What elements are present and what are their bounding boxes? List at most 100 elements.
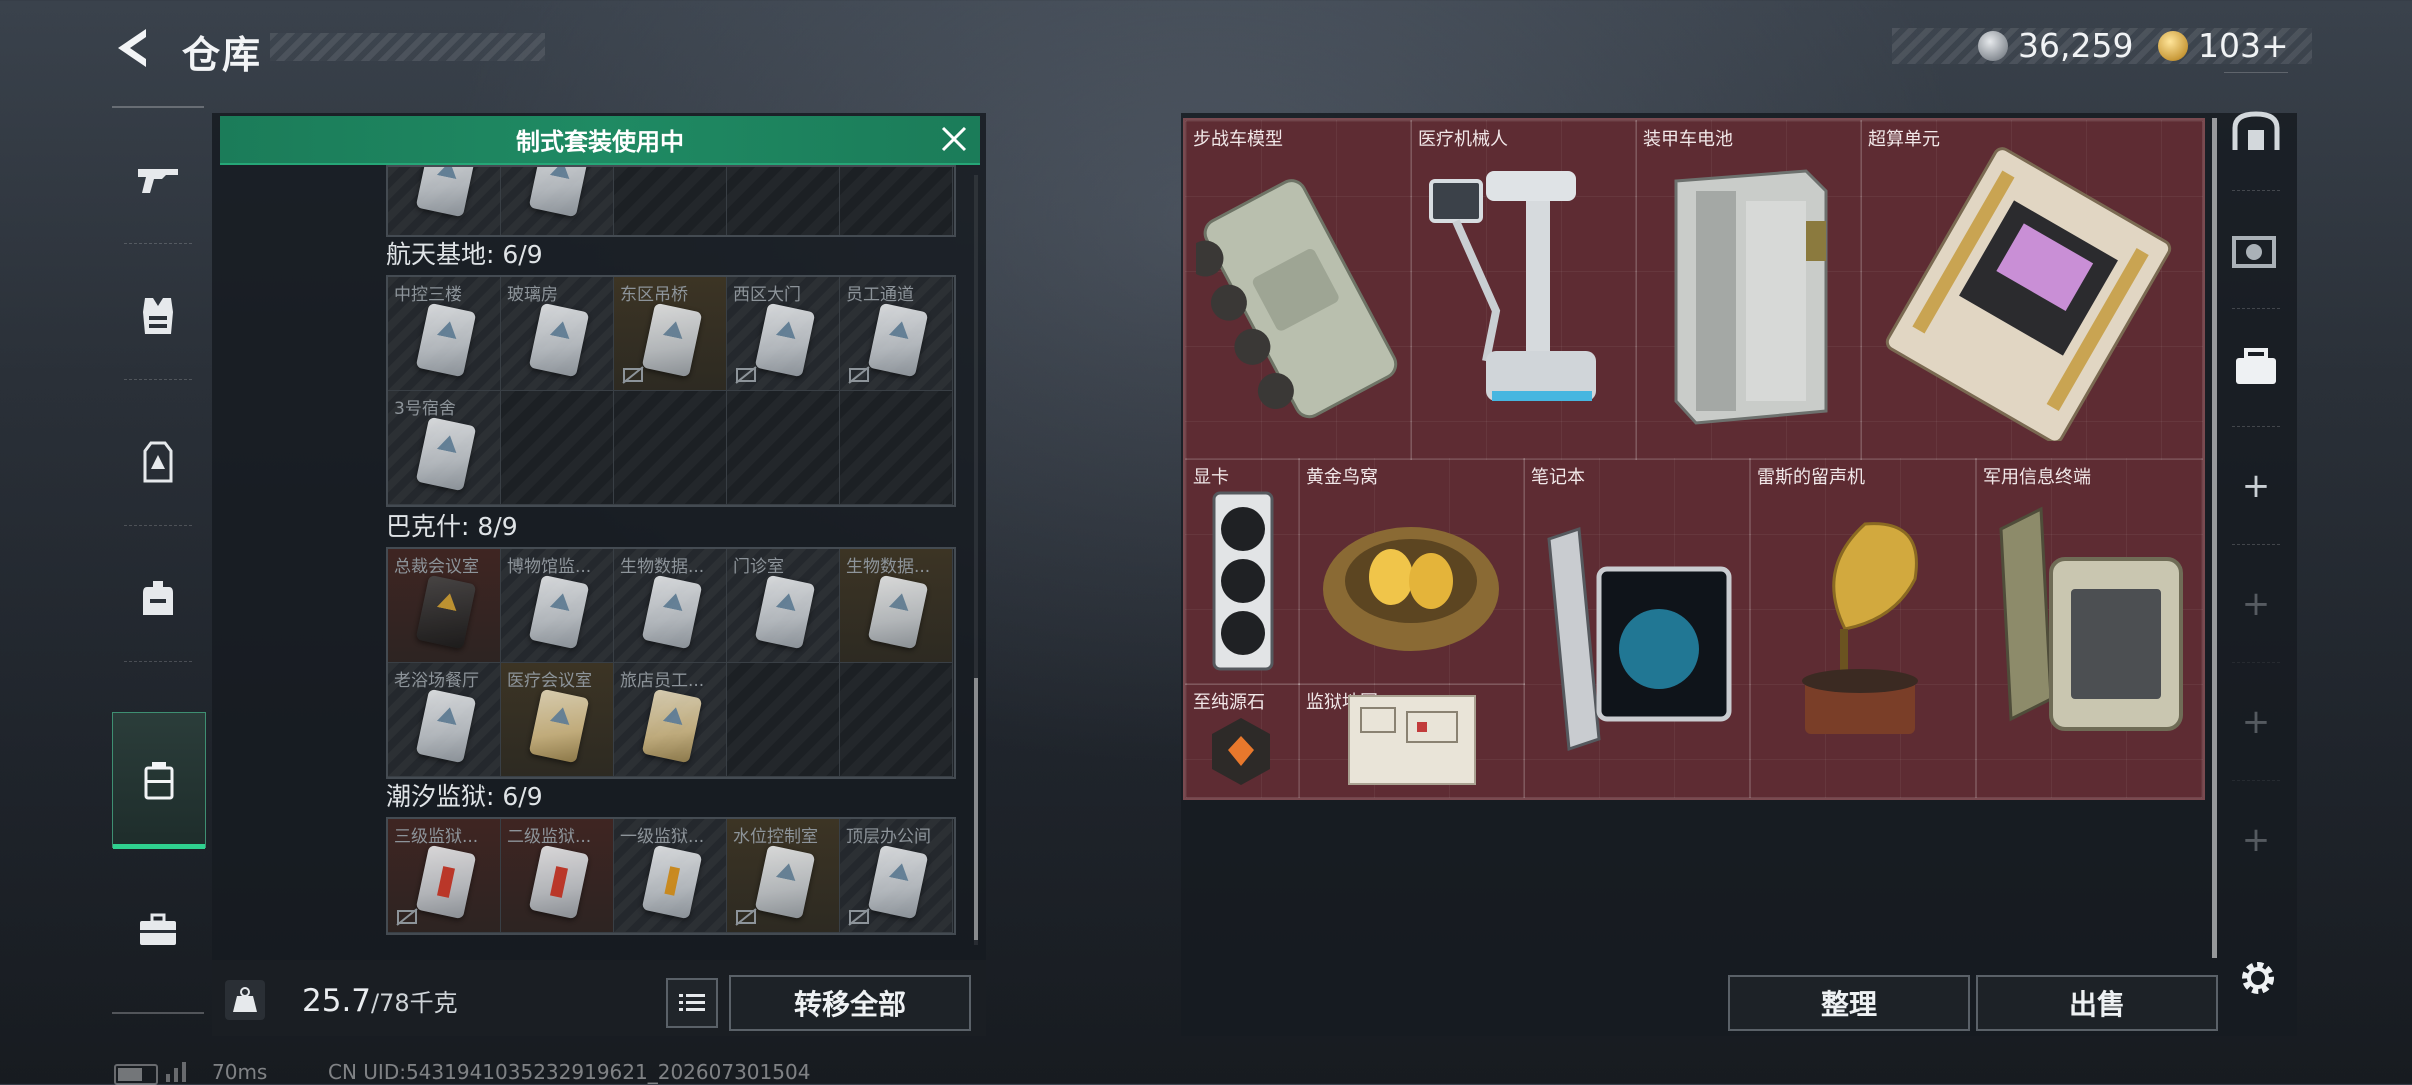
key-slot[interactable]: 玻璃房 — [501, 277, 614, 391]
signal-icon — [166, 1062, 186, 1082]
gramophone-icon — [1802, 522, 1918, 734]
stash-item[interactable]: 至纯源石 — [1185, 683, 1300, 798]
key-slot-empty — [840, 391, 953, 505]
weight-readout: 25.7/78千克 — [302, 983, 458, 1019]
key-label: 生物数据... — [846, 557, 931, 577]
back-button[interactable] — [110, 25, 156, 71]
key-slot[interactable] — [501, 167, 614, 235]
group-title-spaceport: 航天基地: 6/9 — [386, 240, 543, 269]
keycard-icon — [415, 574, 477, 650]
key-label: 员工通道 — [846, 285, 914, 305]
key-slot[interactable]: 生物数据... — [840, 549, 953, 663]
key-slot[interactable]: 中控三楼 — [388, 277, 501, 391]
add-slot-4[interactable]: + — [2224, 781, 2288, 899]
key-slot[interactable]: 东区吊桥 — [614, 277, 727, 391]
toolbox-icon — [2236, 348, 2276, 384]
key-grid-bakhshi: 总裁会议室 博物馆监... 生物数据... 门诊室 生物数据... 老浴场餐厅 … — [386, 547, 956, 779]
keycard-icon — [528, 844, 590, 920]
backpack-icon — [143, 581, 173, 615]
settings-button[interactable] — [2236, 956, 2280, 1000]
key-slot[interactable]: 员工通道 — [840, 277, 953, 391]
add-slot-2[interactable]: + — [2224, 545, 2288, 663]
nav-key-case[interactable] — [112, 712, 206, 849]
nav-weapons[interactable] — [112, 116, 204, 244]
container-scrollbar-thumb[interactable] — [974, 678, 978, 940]
list-view-button[interactable] — [666, 978, 718, 1028]
nav-backpack[interactable] — [112, 534, 204, 662]
key-slot[interactable]: 老浴场餐厅 — [388, 663, 501, 777]
kit-in-use-banner: 制式套装使用中 — [220, 116, 980, 165]
stash-item[interactable]: 医疗机械人 — [1410, 120, 1637, 460]
currency-primary: 36,259 — [1978, 26, 2133, 65]
battery-icon — [114, 1064, 158, 1085]
key-slot[interactable]: 3号宿舍 — [388, 391, 501, 505]
key-slot[interactable]: 水位控制室 — [727, 819, 840, 933]
add-icon: + — [2241, 702, 2271, 742]
prison-map-icon — [1348, 695, 1476, 785]
unavailable-icon — [622, 366, 644, 384]
currency-secondary-value: 103+ — [2198, 26, 2289, 65]
stash-item[interactable]: 超算单元 — [1860, 120, 2203, 460]
key-label: 3号宿舍 — [394, 399, 456, 419]
keycard-icon — [415, 302, 477, 378]
key-slot[interactable]: 顶层办公间 — [840, 819, 953, 933]
ifv-model-icon — [1196, 179, 1398, 419]
key-slot[interactable]: 三级监狱... — [388, 819, 501, 933]
key-slot[interactable]: 二级监狱... — [501, 819, 614, 933]
originium-icon — [1212, 718, 1270, 785]
left-nav — [112, 106, 206, 1014]
list-icon — [679, 994, 705, 1011]
stash-item[interactable]: 监狱地图 — [1298, 683, 1525, 798]
nav-safe-box[interactable] — [2224, 73, 2288, 191]
stash-item[interactable]: 装甲车电池 — [1635, 120, 1862, 460]
medkit-icon — [140, 913, 176, 945]
stash-item[interactable]: 黄金鸟窝 — [1298, 458, 1525, 685]
key-list[interactable]: 航天基地: 6/9 中控三楼 玻璃房 东区吊桥 西区大门 员工通道 3号宿舍 巴… — [220, 165, 972, 951]
close-banner-button[interactable] — [938, 123, 970, 155]
keycard-icon — [528, 688, 590, 764]
graphics-card-icon — [1212, 491, 1274, 671]
key-slot[interactable]: 医疗会议室 — [501, 663, 614, 777]
key-slot[interactable]: 西区大门 — [727, 277, 840, 391]
key-label: 一级监狱... — [620, 827, 705, 847]
key-slot[interactable]: 生物数据... — [614, 549, 727, 663]
nav-armor[interactable] — [112, 252, 204, 380]
sort-button[interactable]: 整理 — [1728, 975, 1970, 1031]
weight-max: /78千克 — [371, 989, 458, 1017]
currency-secondary[interactable]: 103+ — [2158, 26, 2289, 65]
add-slot-3[interactable]: + — [2224, 663, 2288, 781]
key-slot[interactable] — [388, 167, 501, 235]
stash-item[interactable]: 显卡 — [1185, 458, 1300, 685]
key-slot[interactable]: 旅店员工... — [614, 663, 727, 777]
key-label: 二级监狱... — [507, 827, 592, 847]
uid-text: CN UID:5431941035232919621_202607301504 — [328, 1060, 811, 1084]
keycard-icon — [867, 302, 929, 378]
stash-scrollbar[interactable] — [2212, 118, 2217, 958]
stash-item[interactable]: 笔记本 — [1523, 458, 1751, 798]
sell-button[interactable]: 出售 — [1976, 975, 2218, 1031]
transfer-all-button[interactable]: 转移全部 — [729, 975, 971, 1031]
key-grid-partial — [386, 165, 956, 237]
stash-item[interactable]: 步战车模型 — [1185, 120, 1412, 460]
stash-grid: 步战车模型 医疗机械人 装甲车电池 超算单元 显卡 黄金鸟窝 笔记本 雷斯的留声… — [1183, 118, 2205, 800]
key-slot[interactable]: 总裁会议室 — [388, 549, 501, 663]
stash-item[interactable]: 雷斯的留声机 — [1749, 458, 1977, 798]
weight-icon — [233, 987, 257, 1012]
nav-medical[interactable] — [112, 866, 204, 994]
key-slot-empty — [727, 391, 840, 505]
nav-collection[interactable] — [2224, 191, 2288, 309]
item-label: 装甲车电池 — [1643, 129, 1733, 150]
key-case-icon — [144, 762, 174, 800]
stash-item[interactable]: 军用信息终端 — [1975, 458, 2203, 798]
key-slot[interactable]: 博物馆监... — [501, 549, 614, 663]
add-icon: + — [2241, 466, 2271, 506]
key-label: 旅店员工... — [620, 671, 705, 691]
key-slot[interactable]: 门诊室 — [727, 549, 840, 663]
nav-toolbox[interactable] — [2224, 309, 2288, 427]
close-icon — [941, 126, 967, 152]
nav-chest-rig[interactable] — [112, 398, 204, 526]
add-slot-1[interactable]: + — [2224, 427, 2288, 545]
unavailable-icon — [735, 366, 757, 384]
keycard-icon — [415, 844, 477, 920]
key-slot[interactable]: 一级监狱... — [614, 819, 727, 933]
